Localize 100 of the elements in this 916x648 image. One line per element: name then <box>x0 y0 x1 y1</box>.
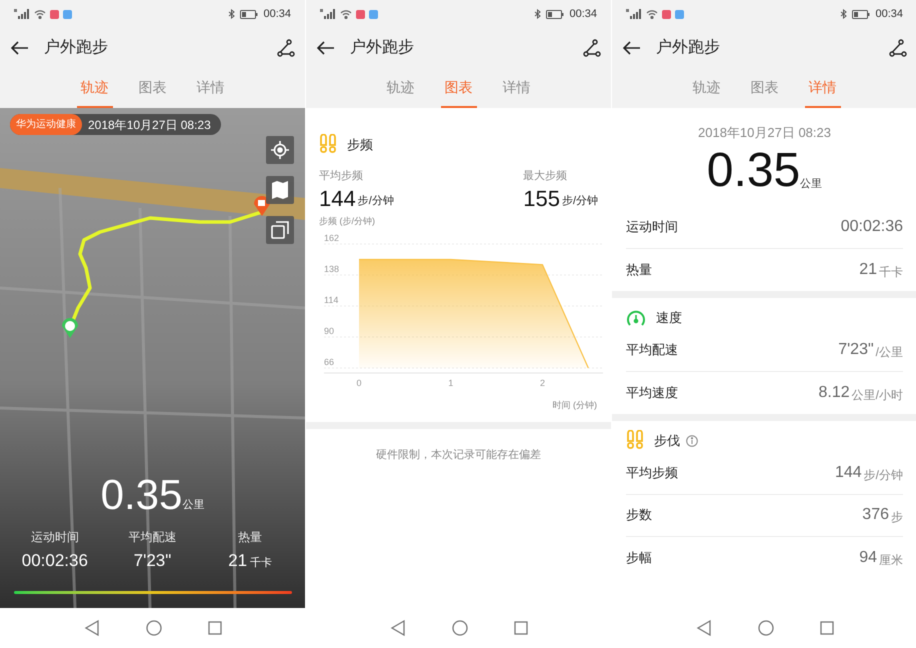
bluetooth-icon <box>534 9 542 19</box>
nav-home-button[interactable] <box>452 620 468 636</box>
battery-icon <box>852 10 870 18</box>
stat-unit: 步/分钟 <box>562 194 598 209</box>
detail-unit: 千卡 <box>879 264 903 280</box>
x-tick-label: 1 <box>448 378 454 388</box>
stat-label: 运动时间 <box>30 528 79 546</box>
back-button[interactable] <box>316 40 336 56</box>
tab[interactable]: 轨迹 <box>382 77 418 108</box>
y-tick-label: 90 <box>324 326 334 336</box>
detail-unit: 厘米 <box>879 552 903 568</box>
signal-icon <box>14 9 30 19</box>
x-axis-label: 时间 (分钟) <box>552 400 597 410</box>
nav-recents-button[interactable] <box>820 621 834 635</box>
detail-unit: /公里 <box>876 344 903 361</box>
app-badge: 华为运动健康 <box>10 114 82 135</box>
nav-back-button[interactable] <box>696 620 712 636</box>
detail-value: 376 <box>862 505 889 525</box>
stat-value: 00:02:36 <box>22 550 88 572</box>
workout-date: 2018年10月27日 08:23 <box>697 124 832 142</box>
signal-icon <box>626 9 642 19</box>
battery-icon <box>546 10 564 18</box>
section-title: 步伐 <box>654 432 680 450</box>
stat-label: 平均配速 <box>128 528 176 546</box>
tab[interactable]: 详情 <box>498 77 534 108</box>
detail-value: 21 <box>859 260 877 280</box>
status-time: 00:34 <box>875 6 903 22</box>
y-tick-label: 138 <box>324 264 340 274</box>
detail-value: 94 <box>859 548 877 568</box>
crosshair-icon <box>271 141 289 159</box>
locate-button[interactable] <box>266 136 294 164</box>
footprints-icon <box>626 430 644 452</box>
wifi-icon <box>340 9 352 19</box>
detail-label: 平均速度 <box>626 384 678 402</box>
distance-unit: 公里 <box>800 177 822 192</box>
nav-home-button[interactable] <box>758 620 774 636</box>
stat-unit: 千卡 <box>250 556 272 570</box>
detail-label: 热量 <box>626 260 652 279</box>
detail-label: 平均配速 <box>626 341 678 360</box>
footprints-icon <box>319 134 337 156</box>
x-tick-label: 2 <box>540 378 545 388</box>
detail-unit: 步/分钟 <box>864 467 903 484</box>
screen-title: 户外跑步 <box>656 38 721 58</box>
start-marker-icon <box>62 318 78 338</box>
wifi-icon <box>646 9 658 19</box>
signal-icon <box>320 9 336 19</box>
stat-unit: 步/分钟 <box>358 194 394 209</box>
distance-value: 0.35 <box>706 142 800 198</box>
nav-recents-button[interactable] <box>514 621 528 635</box>
tab[interactable]: 轨迹 <box>688 77 724 108</box>
stat-value: 155 <box>523 184 560 212</box>
stat-value: 7'23" <box>134 550 172 572</box>
tab[interactable]: 图表 <box>746 77 782 108</box>
detail-label: 步数 <box>626 506 652 524</box>
info-icon[interactable] <box>686 434 698 446</box>
screen-title: 户外跑步 <box>44 38 109 58</box>
stat-label: 最大步频 <box>523 169 568 184</box>
y-tick-label: 162 <box>324 233 340 243</box>
nav-back-button[interactable] <box>84 620 100 636</box>
wifi-icon <box>34 9 46 19</box>
tab[interactable]: 详情 <box>192 77 228 108</box>
route-share-icon[interactable] <box>583 39 601 57</box>
stat-value: 144 <box>319 184 356 212</box>
y-tick-label: 66 <box>324 357 334 367</box>
tab[interactable]: 图表 <box>134 77 170 108</box>
detail-label: 步幅 <box>626 548 652 567</box>
route-share-icon[interactable] <box>277 39 295 57</box>
status-time: 00:34 <box>263 6 291 22</box>
speedometer-icon <box>626 308 646 328</box>
bluetooth-icon <box>840 9 848 19</box>
x-tick-label: 0 <box>356 378 362 388</box>
nav-home-button[interactable] <box>146 620 162 636</box>
detail-label: 运动时间 <box>626 218 678 236</box>
detail-value: 00:02:36 <box>840 217 903 237</box>
stat-value: 21 <box>228 550 248 572</box>
layers-icon <box>271 221 289 239</box>
section-title: 步频 <box>347 136 373 154</box>
y-tick-label: 114 <box>324 295 338 305</box>
distance-value: 0.35 <box>100 474 182 516</box>
map-placeholder[interactable] <box>0 108 305 608</box>
stat-label: 平均步频 <box>319 169 364 184</box>
battery-icon <box>240 10 258 18</box>
screen-title: 户外跑步 <box>350 38 415 58</box>
folded-map-icon <box>272 181 288 199</box>
map-type-button[interactable] <box>266 176 294 204</box>
detail-unit: 步 <box>891 509 903 526</box>
disclaimer-text: 硬件限制，本次记录可能存在偏差 <box>375 448 542 463</box>
route-share-icon[interactable] <box>889 39 907 57</box>
layers-button[interactable] <box>266 216 294 244</box>
nav-recents-button[interactable] <box>208 621 222 635</box>
detail-value: 144 <box>834 463 862 483</box>
y-axis-label: 步频 (步/分钟) <box>319 214 376 228</box>
status-time: 00:34 <box>569 6 597 22</box>
detail-value: 7'23" <box>838 340 874 360</box>
back-button[interactable] <box>10 40 30 56</box>
workout-date: 2018年10月27日 08:23 <box>88 116 211 134</box>
back-button[interactable] <box>622 40 642 56</box>
nav-back-button[interactable] <box>390 620 406 636</box>
detail-value: 8.12 <box>818 382 850 402</box>
detail-unit: 公里/小时 <box>852 386 903 404</box>
